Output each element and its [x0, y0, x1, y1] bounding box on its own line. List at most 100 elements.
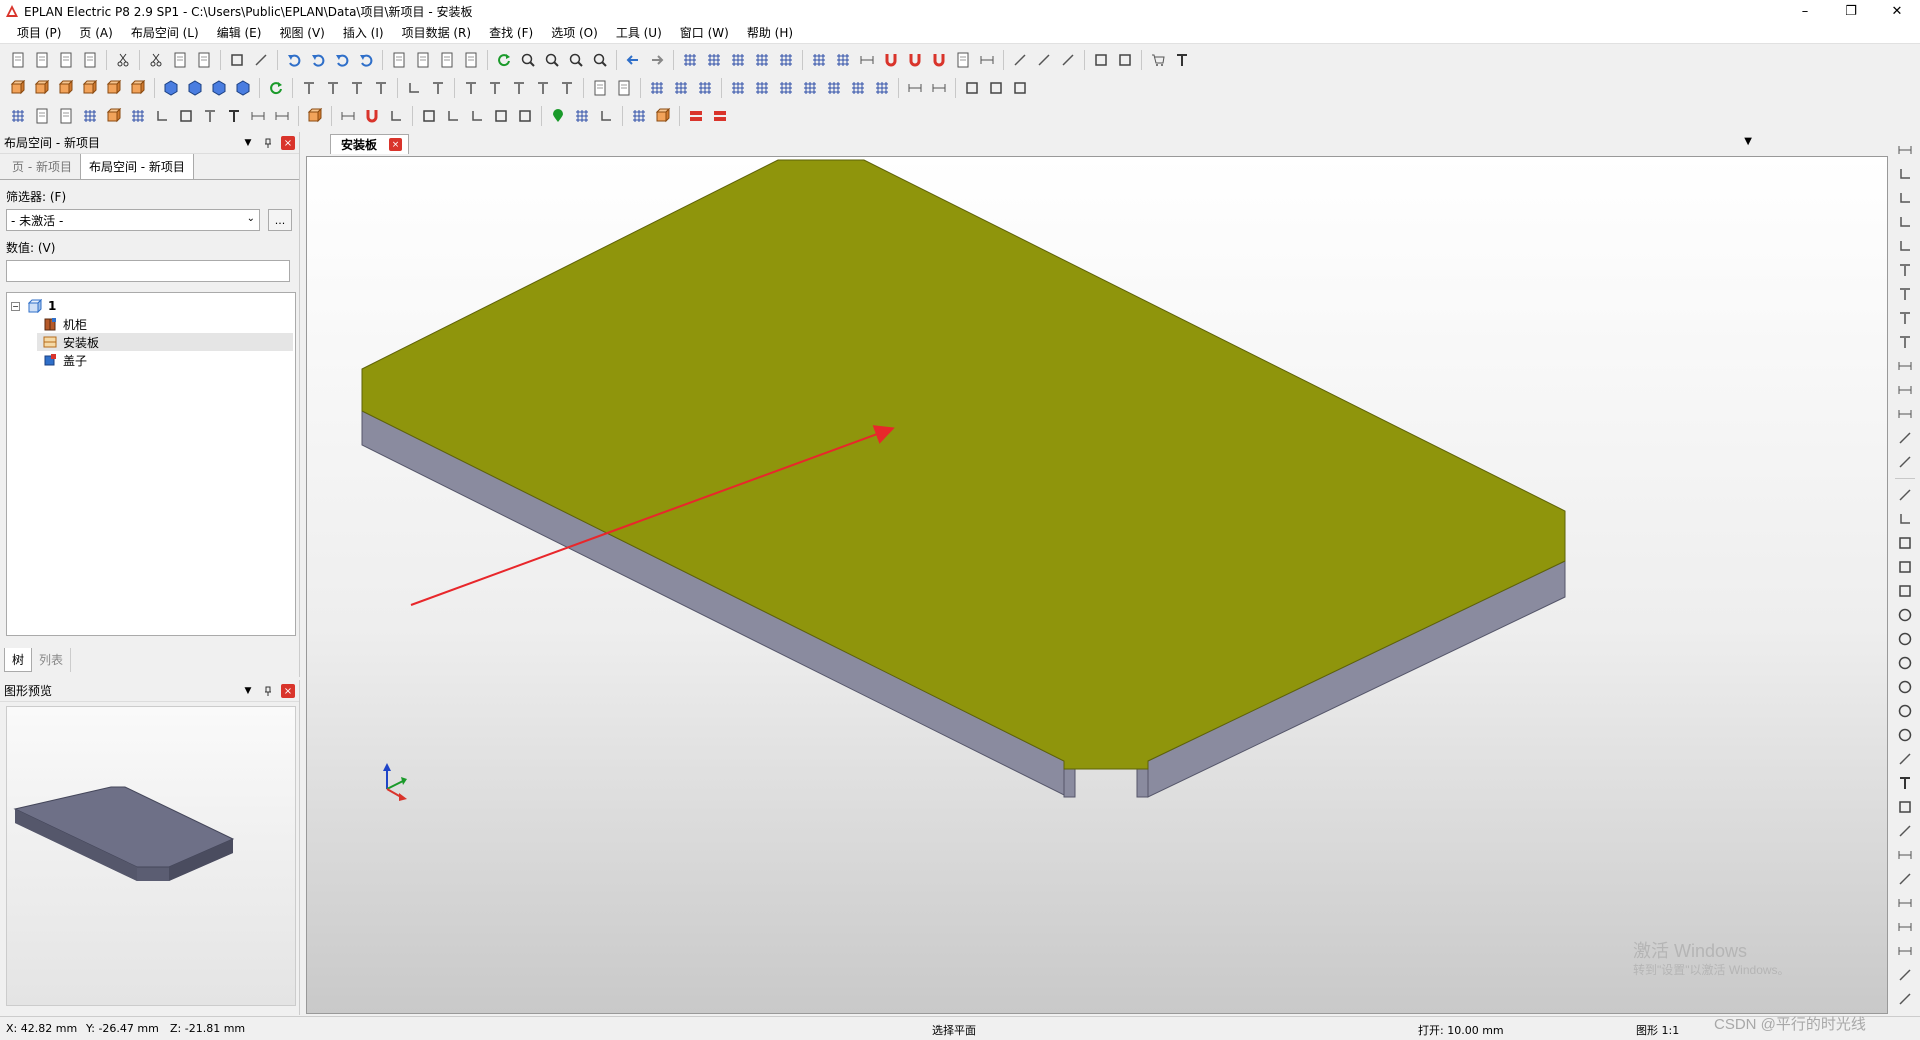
tb2-grid-icon[interactable] — [647, 78, 667, 98]
tb3-grid-icon[interactable] — [128, 106, 148, 126]
draw-corner-icon[interactable] — [1896, 188, 1914, 208]
tb1-line-icon[interactable] — [251, 50, 271, 70]
tb2-hex-icon[interactable] — [185, 78, 205, 98]
draw-line-icon[interactable] — [1896, 965, 1914, 985]
tb1-zoom-icon[interactable] — [542, 50, 562, 70]
filter-select[interactable]: - 未激活 - ⌄ — [6, 209, 260, 231]
tb2-tee-icon[interactable] — [323, 78, 343, 98]
tb2-rect-icon[interactable] — [986, 78, 1006, 98]
tb2-hex-icon[interactable] — [209, 78, 229, 98]
tb3-pin-icon[interactable] — [548, 106, 568, 126]
draw-line-icon[interactable] — [1896, 869, 1914, 889]
tb3-rect-icon[interactable] — [176, 106, 196, 126]
tb2-page-icon[interactable] — [590, 78, 610, 98]
panel-close-button[interactable]: × — [281, 136, 295, 150]
tree-node-mounting-plate[interactable]: 安装板 — [37, 333, 293, 351]
tb1-page-icon[interactable] — [953, 50, 973, 70]
draw-corner-icon[interactable] — [1896, 212, 1914, 232]
draw-corner-icon[interactable] — [1896, 509, 1914, 529]
tb2-grid-icon[interactable] — [872, 78, 892, 98]
draw-dim-icon[interactable] — [1896, 140, 1914, 160]
doc-tab-close-button[interactable]: × — [389, 138, 403, 151]
tb2-hex-icon[interactable] — [233, 78, 253, 98]
tb1-page-icon[interactable] — [389, 50, 409, 70]
draw-circle-icon[interactable] — [1896, 677, 1914, 697]
tab-layout-space[interactable]: 布局空间 - 新项目 — [79, 153, 194, 179]
tb1-page-icon[interactable] — [80, 50, 100, 70]
tb2-tee-icon[interactable] — [557, 78, 577, 98]
menu-layout-space[interactable]: 布局空间 (L) — [122, 22, 208, 44]
tb2-grid-icon[interactable] — [800, 78, 820, 98]
draw-dim-icon[interactable] — [1896, 404, 1914, 424]
tb3-magnet-icon[interactable] — [362, 106, 382, 126]
tb3-corner-icon[interactable] — [467, 106, 487, 126]
pin-icon[interactable] — [261, 684, 275, 698]
tb1-page-icon[interactable] — [170, 50, 190, 70]
tb2-grid-icon[interactable] — [752, 78, 772, 98]
tb2-corner-icon[interactable] — [404, 78, 424, 98]
menu-view[interactable]: 视图 (V) — [270, 22, 333, 44]
draw-line-icon[interactable] — [1896, 989, 1914, 1009]
tb1-undo-icon[interactable] — [284, 50, 304, 70]
tb2-tee-icon[interactable] — [485, 78, 505, 98]
tb3-text-icon[interactable] — [224, 106, 244, 126]
doc-tabs-dropdown-icon[interactable]: ▼ — [1744, 136, 1752, 147]
tb3-dim-icon[interactable] — [248, 106, 268, 126]
tb1-grid-icon[interactable] — [809, 50, 829, 70]
tab-pages[interactable]: 页 - 新项目 — [4, 154, 80, 179]
tb2-tee-icon[interactable] — [461, 78, 481, 98]
tb1-rect-icon[interactable] — [227, 50, 247, 70]
tb1-page-icon[interactable] — [56, 50, 76, 70]
tb2-tee-icon[interactable] — [299, 78, 319, 98]
menu-help[interactable]: 帮助 (H) — [738, 22, 802, 44]
draw-dim-icon[interactable] — [1896, 917, 1914, 937]
tb1-arrowL-icon[interactable] — [623, 50, 643, 70]
tb1-page-icon[interactable] — [32, 50, 52, 70]
draw-dim-icon[interactable] — [1896, 380, 1914, 400]
tb1-grid-icon[interactable] — [833, 50, 853, 70]
tb1-magnet-icon[interactable] — [881, 50, 901, 70]
tb2-tee-icon[interactable] — [347, 78, 367, 98]
draw-tee-icon[interactable] — [1896, 260, 1914, 280]
tb1-grid-icon[interactable] — [752, 50, 772, 70]
draw-tee-icon[interactable] — [1896, 284, 1914, 304]
tb3-grid-icon[interactable] — [572, 106, 592, 126]
tb1-rect-icon[interactable] — [1115, 50, 1135, 70]
draw-dim-icon[interactable] — [1896, 356, 1914, 376]
tb1-refresh-icon[interactable] — [494, 50, 514, 70]
tb2-grid-icon[interactable] — [728, 78, 748, 98]
tb1-magnet-icon[interactable] — [905, 50, 925, 70]
tb2-box-icon[interactable] — [56, 78, 76, 98]
tb3-flag-icon[interactable] — [710, 106, 730, 126]
tb1-page-icon[interactable] — [437, 50, 457, 70]
draw-line-icon[interactable] — [1896, 452, 1914, 472]
draw-circle-icon[interactable] — [1896, 629, 1914, 649]
tb2-rect-icon[interactable] — [1010, 78, 1030, 98]
tb3-corner-icon[interactable] — [386, 106, 406, 126]
tb1-rect-icon[interactable] — [1091, 50, 1111, 70]
tb3-grid-icon[interactable] — [80, 106, 100, 126]
tb3-rect-icon[interactable] — [419, 106, 439, 126]
tb2-refresh-icon[interactable] — [266, 78, 286, 98]
tree-node-cabinet[interactable]: 机柜 — [43, 315, 87, 333]
tb1-text-icon[interactable] — [1172, 50, 1192, 70]
tb1-grid-icon[interactable] — [728, 50, 748, 70]
tb1-page-icon[interactable] — [8, 50, 28, 70]
tb2-box-icon[interactable] — [104, 78, 124, 98]
tb2-grid-icon[interactable] — [695, 78, 715, 98]
menu-window[interactable]: 窗口 (W) — [671, 22, 738, 44]
draw-rect-icon[interactable] — [1896, 797, 1914, 817]
menu-options[interactable]: 选项 (O) — [542, 22, 607, 44]
draw-line-icon[interactable] — [1896, 485, 1914, 505]
draw-tee-icon[interactable] — [1896, 308, 1914, 328]
tb3-dim-icon[interactable] — [338, 106, 358, 126]
tb2-grid-icon[interactable] — [824, 78, 844, 98]
tb1-page-icon[interactable] — [461, 50, 481, 70]
tb1-magnet-icon[interactable] — [929, 50, 949, 70]
tb2-dim-icon[interactable] — [905, 78, 925, 98]
draw-rect-icon[interactable] — [1896, 533, 1914, 553]
tab-mounting-plate[interactable]: 安装板 × — [330, 134, 410, 154]
status-grid[interactable]: 打开: 10.00 mm — [1418, 1022, 1504, 1038]
tb3-page-icon[interactable] — [56, 106, 76, 126]
pin-icon[interactable] — [261, 136, 275, 150]
